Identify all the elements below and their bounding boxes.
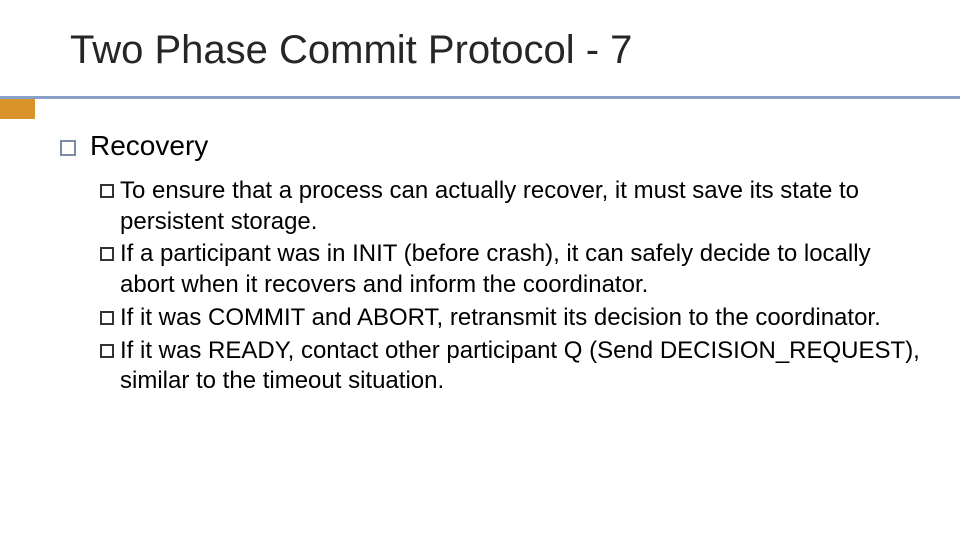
square-bullet-icon (100, 344, 114, 358)
slide-body: Recovery To ensure that a process can ac… (60, 130, 920, 399)
bullet-level2: If it was READY, contact other participa… (100, 336, 920, 397)
bullet-text: If it was COMMIT and ABORT, retransmit i… (120, 303, 920, 334)
accent-block (0, 99, 35, 119)
square-bullet-icon (60, 140, 76, 156)
bullet-text: If it was READY, contact other participa… (120, 336, 920, 397)
bullet-level2: If it was COMMIT and ABORT, retransmit i… (100, 303, 920, 334)
bullet-level1: Recovery (60, 130, 920, 162)
bullet-level2: To ensure that a process can actually re… (100, 176, 920, 237)
slide-title: Two Phase Commit Protocol - 7 (70, 28, 632, 73)
bullet-level2: If a participant was in INIT (before cra… (100, 239, 920, 300)
title-underline (0, 96, 960, 99)
sub-bullets: To ensure that a process can actually re… (100, 176, 920, 397)
square-bullet-icon (100, 247, 114, 261)
square-bullet-icon (100, 184, 114, 198)
slide: Two Phase Commit Protocol - 7 Recovery T… (0, 0, 960, 540)
bullet-text: To ensure that a process can actually re… (120, 176, 920, 237)
heading-text: Recovery (90, 130, 208, 162)
bullet-text: If a participant was in INIT (before cra… (120, 239, 920, 300)
square-bullet-icon (100, 311, 114, 325)
